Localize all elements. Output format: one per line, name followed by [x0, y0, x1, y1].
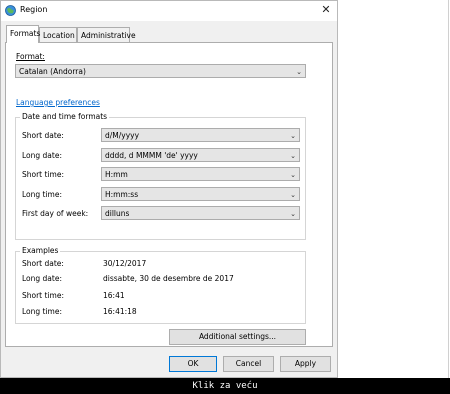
image-border: [448, 0, 449, 378]
example-short-time-label: Short time:: [22, 291, 64, 300]
long-time-value: H:mm:ss: [105, 190, 139, 199]
date-time-formats-legend: Date and time formats: [20, 112, 110, 121]
long-time-label: Long time:: [22, 190, 63, 199]
first-day-of-week-label: First day of week:: [22, 209, 89, 218]
short-time-label: Short time:: [22, 170, 64, 179]
long-date-select[interactable]: dddd, d MMMM 'de' yyyy ⌄: [101, 148, 300, 162]
example-long-date-value: dissabte, 30 de desembre de 2017: [103, 274, 234, 283]
example-short-time-value: 16:41: [103, 291, 125, 300]
first-day-of-week-value: dilluns: [105, 209, 130, 218]
tab-label: Formats: [10, 29, 41, 38]
title-bar: [1, 1, 337, 21]
chevron-down-icon: ⌄: [290, 191, 296, 199]
format-value: Catalan (Andorra): [19, 67, 86, 76]
chevron-down-icon: ⌄: [290, 171, 296, 179]
chevron-down-icon: ⌄: [290, 210, 296, 218]
example-short-date-label: Short date:: [22, 259, 64, 268]
short-date-value: d/M/yyyy: [105, 131, 140, 140]
tab-label: Administrative: [81, 31, 136, 40]
short-date-select[interactable]: d/M/yyyy ⌄: [101, 128, 300, 142]
first-day-of-week-select[interactable]: dilluns ⌄: [101, 206, 300, 220]
tab-location[interactable]: Location: [39, 27, 77, 42]
example-long-time-value: 16:41:18: [103, 307, 137, 316]
tab-label: Location: [43, 31, 75, 40]
caption-bar[interactable]: Klik za veću: [0, 378, 450, 394]
language-preferences-link[interactable]: Language preferences: [16, 98, 100, 107]
examples-legend: Examples: [20, 246, 61, 255]
example-short-date-value: 30/12/2017: [103, 259, 147, 268]
example-long-date-label: Long date:: [22, 274, 62, 283]
globe-icon: [5, 5, 16, 16]
chevron-down-icon: ⌄: [296, 68, 302, 76]
example-long-time-label: Long time:: [22, 307, 63, 316]
short-time-select[interactable]: H:mm ⌄: [101, 167, 300, 181]
cancel-button[interactable]: Cancel: [223, 356, 274, 372]
long-date-value: dddd, d MMMM 'de' yyyy: [105, 151, 198, 160]
close-icon[interactable]: ✕: [318, 2, 334, 18]
short-time-value: H:mm: [105, 170, 128, 179]
format-label: Format:: [16, 52, 45, 61]
long-time-select[interactable]: H:mm:ss ⌄: [101, 187, 300, 201]
chevron-down-icon: ⌄: [290, 152, 296, 160]
additional-settings-button[interactable]: Additional settings...: [169, 329, 306, 345]
long-date-label: Long date:: [22, 151, 62, 160]
apply-button[interactable]: Apply: [280, 356, 331, 372]
caption-text: Klik za veću: [192, 381, 258, 391]
ok-button[interactable]: OK: [169, 356, 217, 372]
short-date-label: Short date:: [22, 131, 64, 140]
window-title: Region: [20, 5, 48, 14]
tab-administrative[interactable]: Administrative: [77, 27, 136, 42]
format-select[interactable]: Catalan (Andorra) ⌄: [15, 64, 306, 78]
chevron-down-icon: ⌄: [290, 132, 296, 140]
tab-formats[interactable]: Formats: [6, 25, 41, 43]
